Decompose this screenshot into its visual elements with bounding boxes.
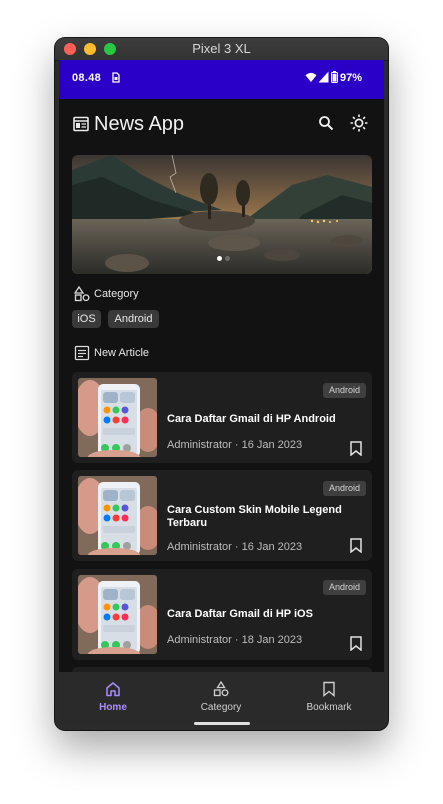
bookmark-icon[interactable] [350,636,362,651]
category-icon [73,285,90,302]
nav-label-home: Home [99,702,127,713]
category-section-header: Category [73,285,139,304]
bookmark-icon[interactable] [350,538,362,553]
window-titlebar: Pixel 3 XL [55,38,388,61]
status-time: 08.48 [72,72,102,84]
article-category-badge: Android [322,481,366,496]
article-thumbnail [78,378,157,457]
wifi-icon [305,72,317,82]
nav-label-bookmark: Bookmark [306,702,352,713]
battery-percentage: 97% [340,72,363,84]
banner-carousel[interactable] [72,155,372,274]
nav-item-home[interactable]: Home [59,672,167,726]
category-chip-ios[interactable]: iOS [72,310,101,328]
article-category-badge: Android [322,580,366,595]
article-title[interactable]: Cara Daftar Gmail di HP Android [167,413,342,426]
emulator-window: Pixel 3 XL 08.48 97% News App Category i… [55,38,388,730]
bookmark-icon [323,681,335,697]
banner-image [72,155,372,274]
nav-item-category[interactable]: Category [167,672,275,726]
article-card[interactable]: Android Cara Daftar Gmail di HP iOS Admi… [72,569,372,660]
article-category-badge: Android [322,383,366,398]
search-icon[interactable] [318,115,334,131]
bottom-navigation: Home Category Bookmark [59,672,384,726]
signal-icon [318,71,329,83]
article-title[interactable]: Cara Daftar Gmail di HP iOS [167,608,342,621]
status-bar: 08.48 97% [59,60,384,99]
bookmark-icon[interactable] [350,441,362,456]
sim-icon [112,72,120,83]
article-card[interactable]: Android Cara Custom Skin Mobile Legend T… [72,470,372,561]
battery-icon [331,71,338,83]
brightness-icon[interactable] [350,114,368,132]
carousel-dot-active[interactable] [217,256,222,261]
article-icon [74,345,90,361]
nav-label-category: Category [200,702,242,713]
article-meta: Administrator · 16 Jan 2023 [167,439,303,451]
article-thumbnail [78,476,157,555]
article-meta: Administrator · 16 Jan 2023 [167,541,303,553]
article-title[interactable]: Cara Custom Skin Mobile Legend Terbaru [167,504,342,530]
window-title: Pixel 3 XL [192,41,251,56]
article-meta: Administrator · 18 Jan 2023 [167,634,303,646]
category-chip-android[interactable]: Android [108,310,159,328]
home-icon [106,682,120,697]
app-bar: News App [59,99,384,153]
phone-screen: 08.48 97% News App Category iOS Android … [59,60,384,726]
category-icon [213,681,229,697]
app-title: News App [94,113,185,135]
carousel-dot[interactable] [225,256,230,261]
gesture-home-indicator[interactable] [194,722,250,725]
article-thumbnail [78,575,157,654]
category-section-title: Category [94,288,139,300]
articles-section-title: New Article [94,347,150,359]
article-card[interactable]: Android Cara Daftar Gmail di HP Android … [72,372,372,463]
nav-item-bookmark[interactable]: Bookmark [275,672,383,726]
articles-section-header: New Article [74,345,149,363]
newspaper-icon [73,116,89,132]
